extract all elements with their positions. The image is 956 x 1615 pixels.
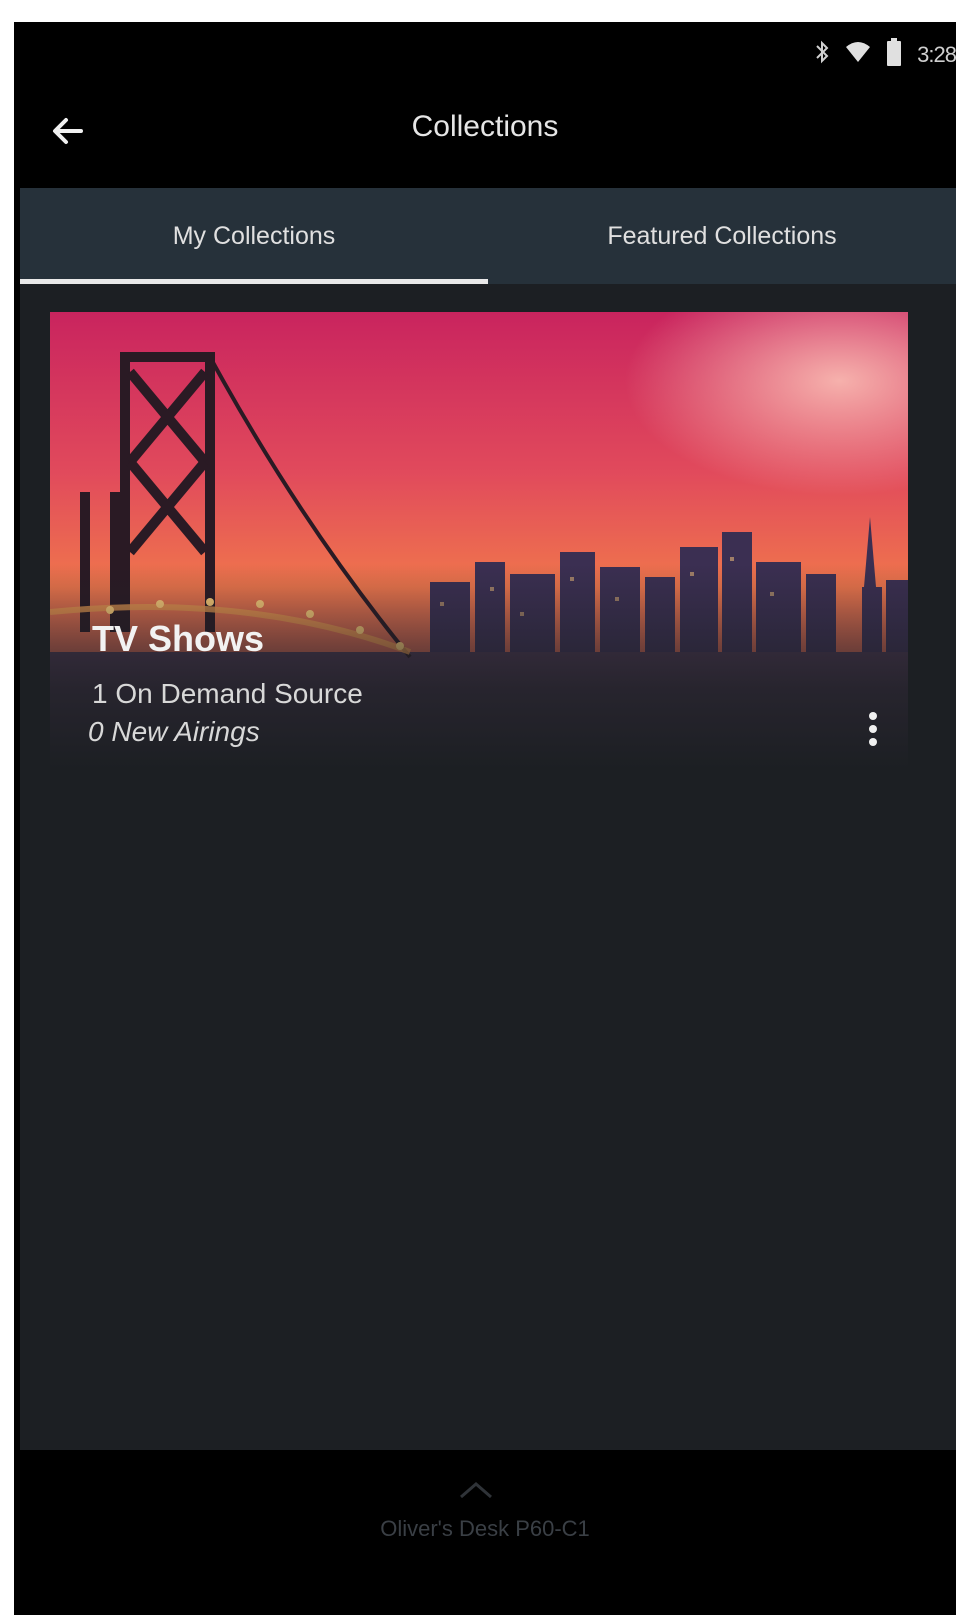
bluetooth-icon bbox=[815, 40, 829, 70]
device-screen: 3:28 Collections My Collections Featured… bbox=[14, 22, 956, 1615]
collection-card[interactable]: TV Shows 1 On Demand Source 0 New Airing… bbox=[50, 312, 908, 770]
collection-new-airings: 0 New Airings bbox=[88, 716, 260, 747]
tab-my-collections[interactable]: My Collections bbox=[20, 188, 488, 284]
page-title: Collections bbox=[411, 110, 559, 143]
collection-title: TV Shows bbox=[92, 618, 265, 659]
wifi-icon bbox=[845, 41, 871, 69]
chevron-up-icon[interactable] bbox=[459, 1480, 493, 1500]
main-content: My Collections Featured Collections TV S… bbox=[20, 188, 956, 1515]
collection-source-count: 1 On Demand Source bbox=[92, 678, 363, 709]
device-name[interactable]: Oliver's Desk P60-C1 bbox=[14, 1516, 956, 1542]
tab-bar: My Collections Featured Collections bbox=[20, 188, 956, 284]
more-vert-icon[interactable] bbox=[856, 704, 890, 754]
device-footer: Oliver's Desk P60-C1 bbox=[14, 1450, 956, 1615]
status-icons: 3:28 bbox=[815, 38, 956, 72]
battery-icon bbox=[887, 38, 902, 72]
status-bar: 3:28 bbox=[14, 22, 956, 86]
tab-featured-collections[interactable]: Featured Collections bbox=[488, 188, 956, 284]
status-time: 3:28 bbox=[917, 42, 956, 67]
